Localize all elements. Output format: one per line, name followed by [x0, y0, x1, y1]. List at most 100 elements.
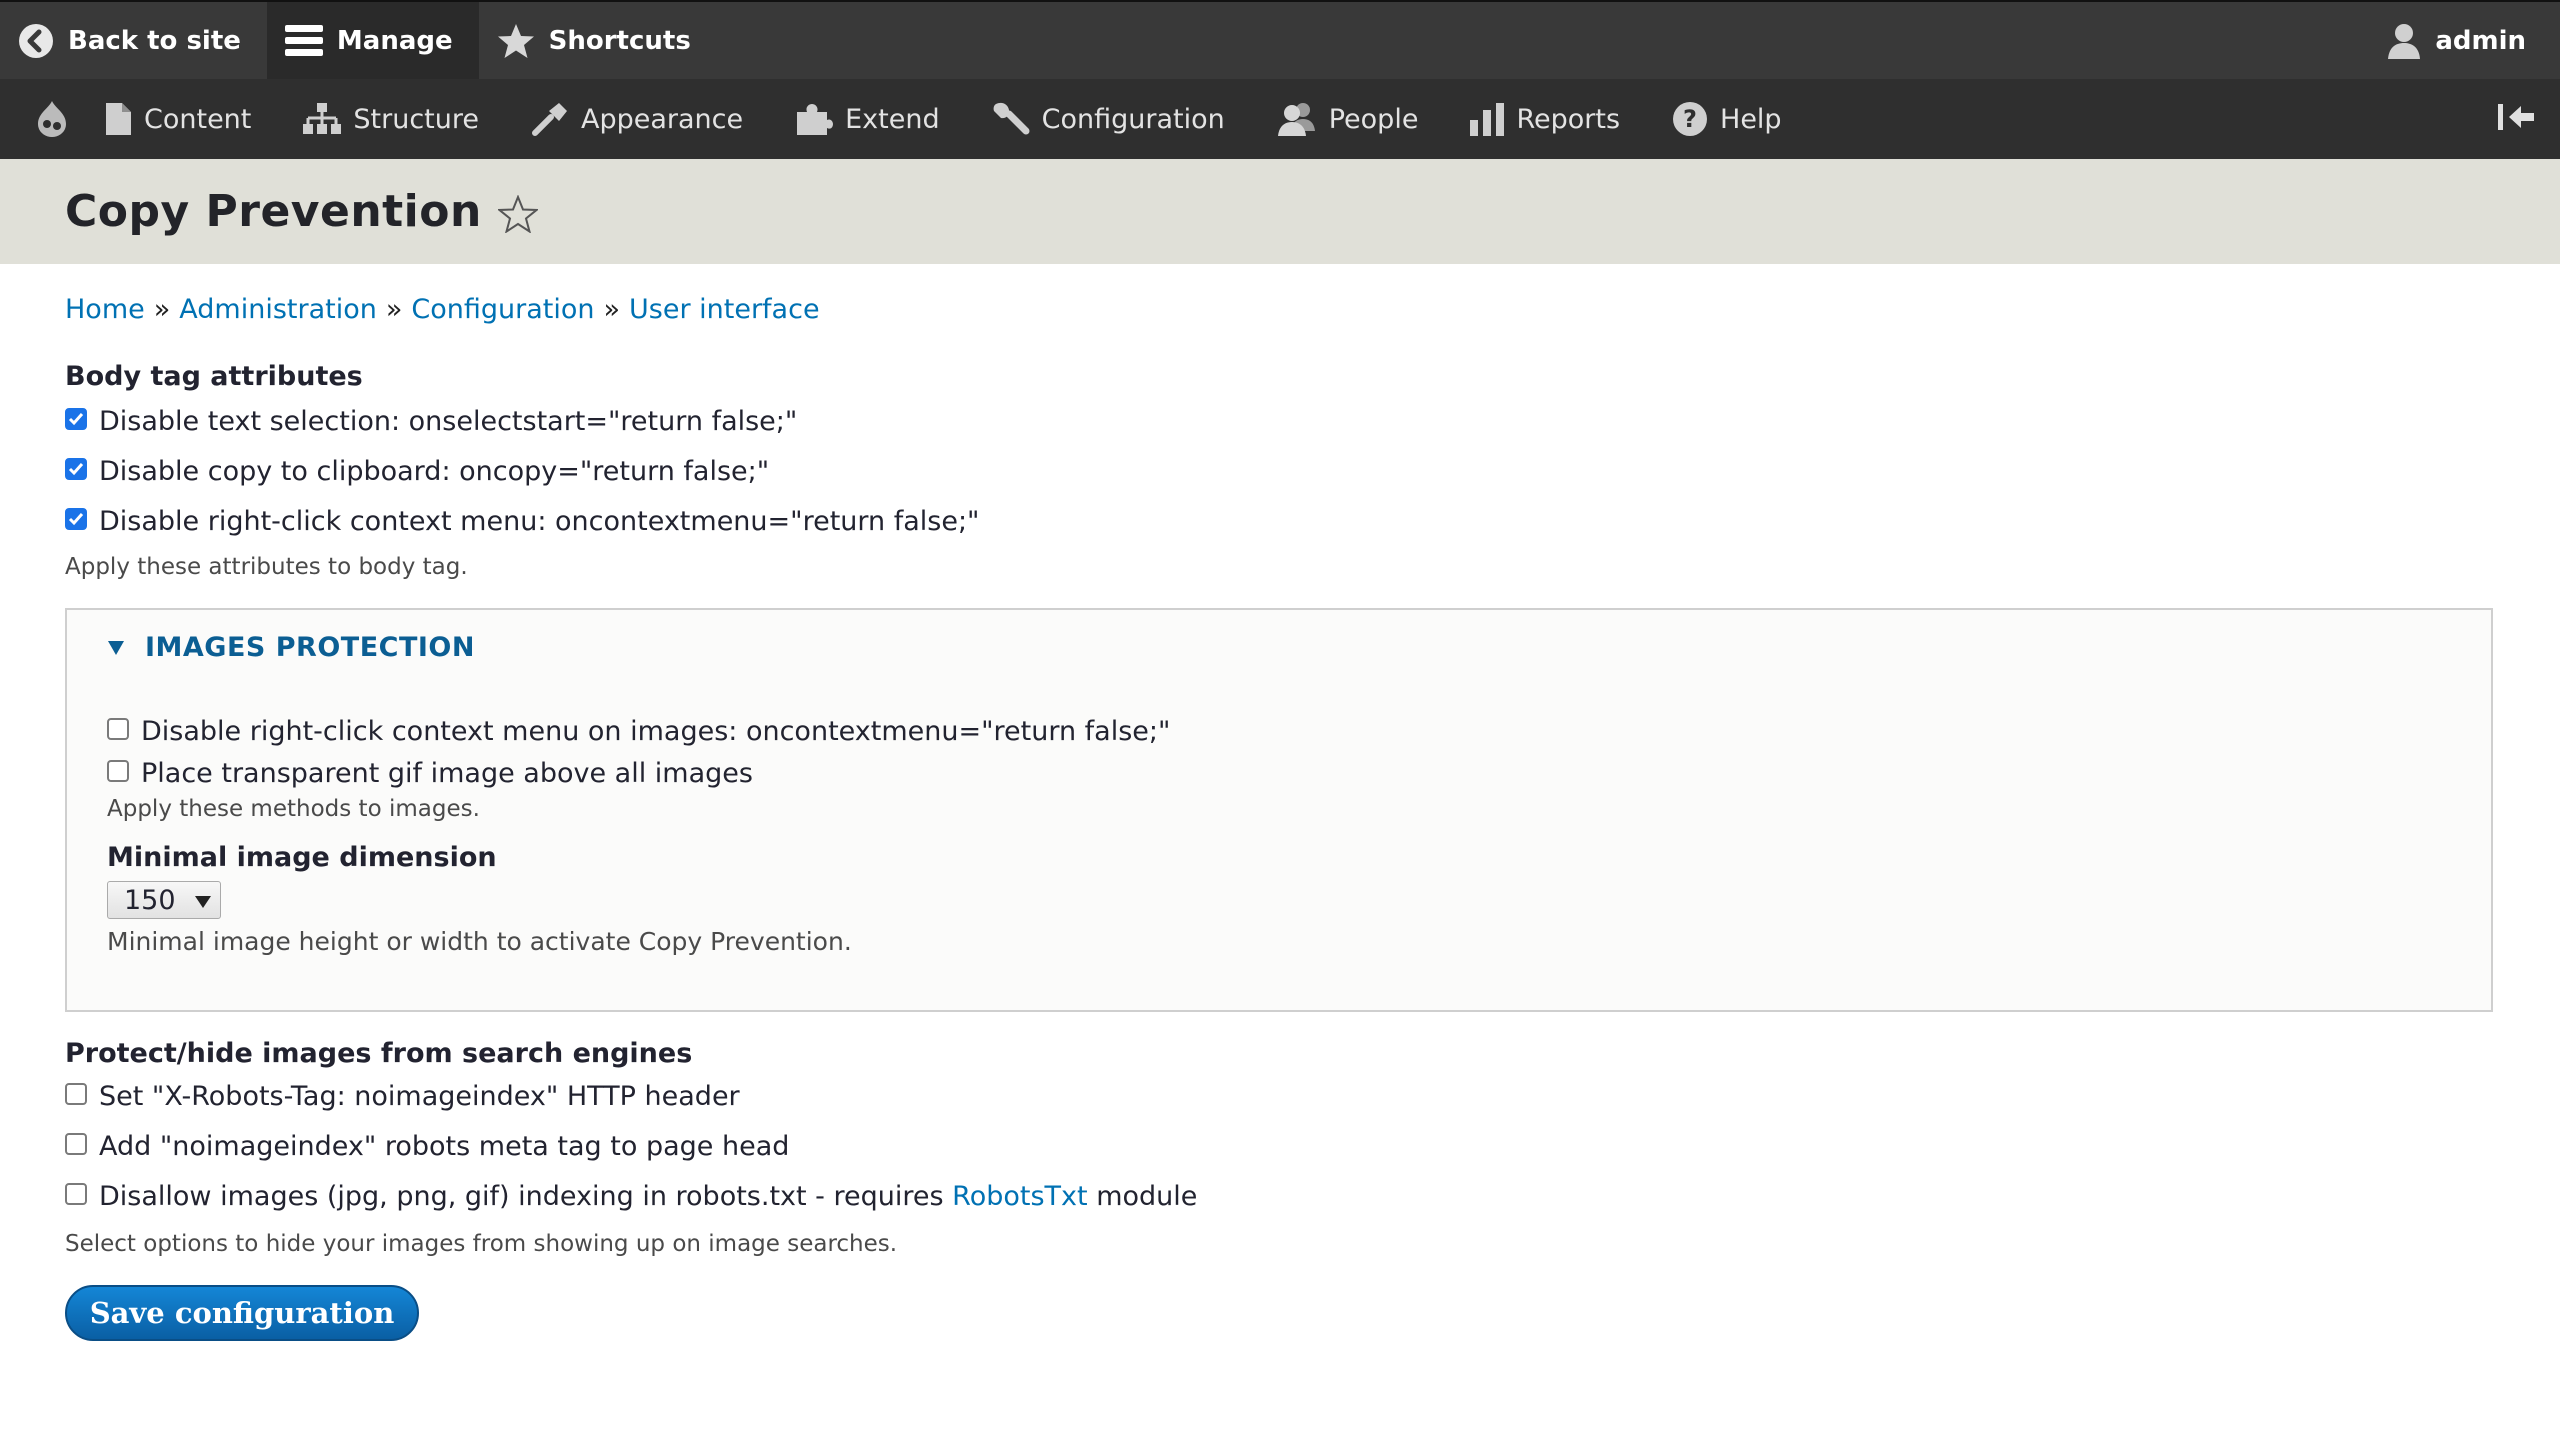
star-icon	[497, 23, 534, 58]
breadcrumb-administration[interactable]: Administration	[179, 294, 377, 325]
option-label: Disable right-click context menu on imag…	[141, 715, 1171, 747]
file-icon	[106, 103, 131, 135]
option-robots-meta[interactable]: Add "noimageindex" robots meta tag to pa…	[65, 1121, 2495, 1171]
images-protection-toggle[interactable]: IMAGES PROTECTION	[107, 632, 475, 663]
select-value: 150	[124, 884, 176, 916]
checkbox-unchecked[interactable]	[65, 1133, 87, 1155]
menu-item-help[interactable]: ? Help	[1672, 101, 1782, 137]
menu-item-label: Help	[1720, 103, 1782, 135]
robots-txt-suffix: module	[1096, 1180, 1198, 1212]
menu-item-label: People	[1328, 103, 1419, 135]
menu-item-label: Appearance	[581, 103, 744, 135]
chevron-down-icon	[195, 896, 211, 908]
menu-item-label: Content	[144, 103, 252, 135]
images-description: Apply these methods to images.	[107, 796, 480, 822]
puzzle-icon	[797, 104, 834, 135]
wrench-icon	[993, 102, 1030, 135]
option-label: Set "X-Robots-Tag: noimageindex" HTTP he…	[99, 1080, 740, 1112]
min-dimension-select[interactable]: 150	[107, 881, 221, 919]
min-dimension-label: Minimal image dimension	[107, 842, 497, 873]
option-robots-txt[interactable]: Disallow images (jpg, png, gif) indexing…	[65, 1171, 2495, 1221]
breadcrumb-home[interactable]: Home	[65, 294, 145, 325]
breadcrumb: Home » Administration » Configuration » User i…	[65, 294, 2495, 325]
breadcrumb-user-interface[interactable]: User interface	[629, 294, 820, 325]
option-label: Disable copy to clipboard: oncopy="retur…	[99, 455, 770, 487]
manage-tab[interactable]: Manage	[266, 2, 479, 79]
menu-item-label: Reports	[1516, 103, 1621, 135]
min-dimension-description: Minimal image height or width to activat…	[107, 927, 852, 956]
robots-txt-prefix: Disallow images (jpg, png, gif) indexing…	[99, 1180, 944, 1212]
save-configuration-button[interactable]: Save configuration	[65, 1285, 419, 1341]
bar-chart-icon	[1470, 103, 1505, 136]
checkbox-unchecked[interactable]	[65, 1183, 87, 1205]
triangle-down-icon	[108, 640, 124, 655]
breadcrumb-separator: »	[153, 294, 171, 325]
toolbar-orientation-toggle[interactable]	[2496, 102, 2536, 136]
people-icon	[1277, 103, 1315, 136]
back-to-site-link[interactable]: Back to site	[0, 2, 267, 79]
checkbox-checked[interactable]	[65, 408, 87, 430]
images-protection-legend: IMAGES PROTECTION	[145, 632, 475, 663]
checkbox-unchecked[interactable]	[107, 760, 129, 782]
checkmark-icon	[68, 463, 84, 476]
menu-item-configuration[interactable]: Configuration	[992, 101, 1225, 137]
menu-item-content[interactable]: Content	[104, 102, 251, 136]
breadcrumb-separator: »	[385, 294, 403, 325]
user-menu[interactable]: admin	[2369, 2, 2560, 79]
checkmark-icon	[68, 513, 84, 526]
search-engines-description: Select options to hide your images from …	[65, 1231, 898, 1257]
back-to-site-label: Back to site	[68, 25, 241, 56]
checkbox-unchecked[interactable]	[107, 718, 129, 740]
checkmark-icon	[68, 413, 84, 426]
breadcrumb-separator: »	[603, 294, 621, 325]
option-label: Add "noimageindex" robots meta tag to pa…	[99, 1130, 790, 1162]
menu-item-appearance[interactable]: Appearance	[531, 101, 743, 137]
option-label: Place transparent gif image above all im…	[141, 757, 753, 789]
manage-label: Manage	[336, 25, 453, 56]
hamburger-menu-icon	[284, 24, 323, 56]
user-icon	[2388, 23, 2421, 59]
page-title: Copy Prevention	[65, 186, 482, 237]
menu-item-reports[interactable]: Reports	[1470, 102, 1620, 136]
shortcuts-label: Shortcuts	[548, 25, 691, 56]
option-x-robots-tag[interactable]: Set "X-Robots-Tag: noimageindex" HTTP he…	[65, 1071, 2495, 1121]
menu-item-people[interactable]: People	[1277, 101, 1419, 137]
menu-item-label: Extend	[845, 103, 940, 135]
option-images-context-menu[interactable]: Disable right-click context menu on imag…	[107, 710, 1170, 752]
option-transparent-gif[interactable]: Place transparent gif image above all im…	[107, 752, 1170, 794]
main-content: Home » Administration » Configuration » User i…	[65, 264, 2495, 1341]
admin-toolbar: Back to site Manage Shortcuts admin	[0, 0, 2560, 79]
option-disable-text-selection[interactable]: Disable text selection: onselectstart="r…	[65, 396, 2495, 446]
checkbox-checked[interactable]	[65, 458, 87, 480]
body-attrs-description: Apply these attributes to body tag.	[65, 554, 468, 580]
checkbox-checked[interactable]	[65, 508, 87, 530]
menu-item-label: Configuration	[1041, 103, 1225, 135]
sitemap-icon	[303, 103, 342, 134]
drupal-drop-icon	[38, 101, 66, 137]
option-disable-copy[interactable]: Disable copy to clipboard: oncopy="retur…	[65, 446, 2495, 496]
menu-item-extend[interactable]: Extend	[795, 102, 940, 136]
breadcrumb-configuration[interactable]: Configuration	[411, 294, 594, 325]
drupal-logo[interactable]	[0, 100, 104, 138]
admin-menu: Content Structure Appearance Extend Conf…	[0, 79, 2560, 159]
collapse-left-icon	[2498, 104, 2534, 130]
menu-item-label: Structure	[353, 103, 479, 135]
brush-icon	[532, 103, 567, 136]
menu-item-structure[interactable]: Structure	[303, 102, 479, 136]
search-engines-label: Protect/hide images from search engines	[65, 1038, 693, 1069]
option-disable-context-menu[interactable]: Disable right-click context menu: oncont…	[65, 496, 2495, 546]
shortcuts-tab[interactable]: Shortcuts	[479, 2, 717, 79]
svg-text:?: ?	[1683, 105, 1697, 133]
checkbox-unchecked[interactable]	[65, 1083, 87, 1105]
robotstxt-module-link[interactable]: RobotsTxt	[952, 1181, 1087, 1212]
page-header: Copy Prevention	[0, 159, 2560, 264]
help-icon: ?	[1673, 102, 1708, 136]
user-name: admin	[2435, 25, 2526, 56]
images-protection-fieldset: IMAGES PROTECTION Disable right-click co…	[65, 608, 2493, 1012]
body-attrs-label: Body tag attributes	[65, 361, 363, 392]
option-label: Disable text selection: onselectstart="r…	[99, 405, 798, 437]
option-label: Disable right-click context menu: oncont…	[99, 505, 980, 537]
add-shortcut-star-icon[interactable]	[497, 194, 538, 233]
back-arrow-icon	[19, 23, 53, 58]
option-label: Disallow images (jpg, png, gif) indexing…	[99, 1181, 1197, 1212]
